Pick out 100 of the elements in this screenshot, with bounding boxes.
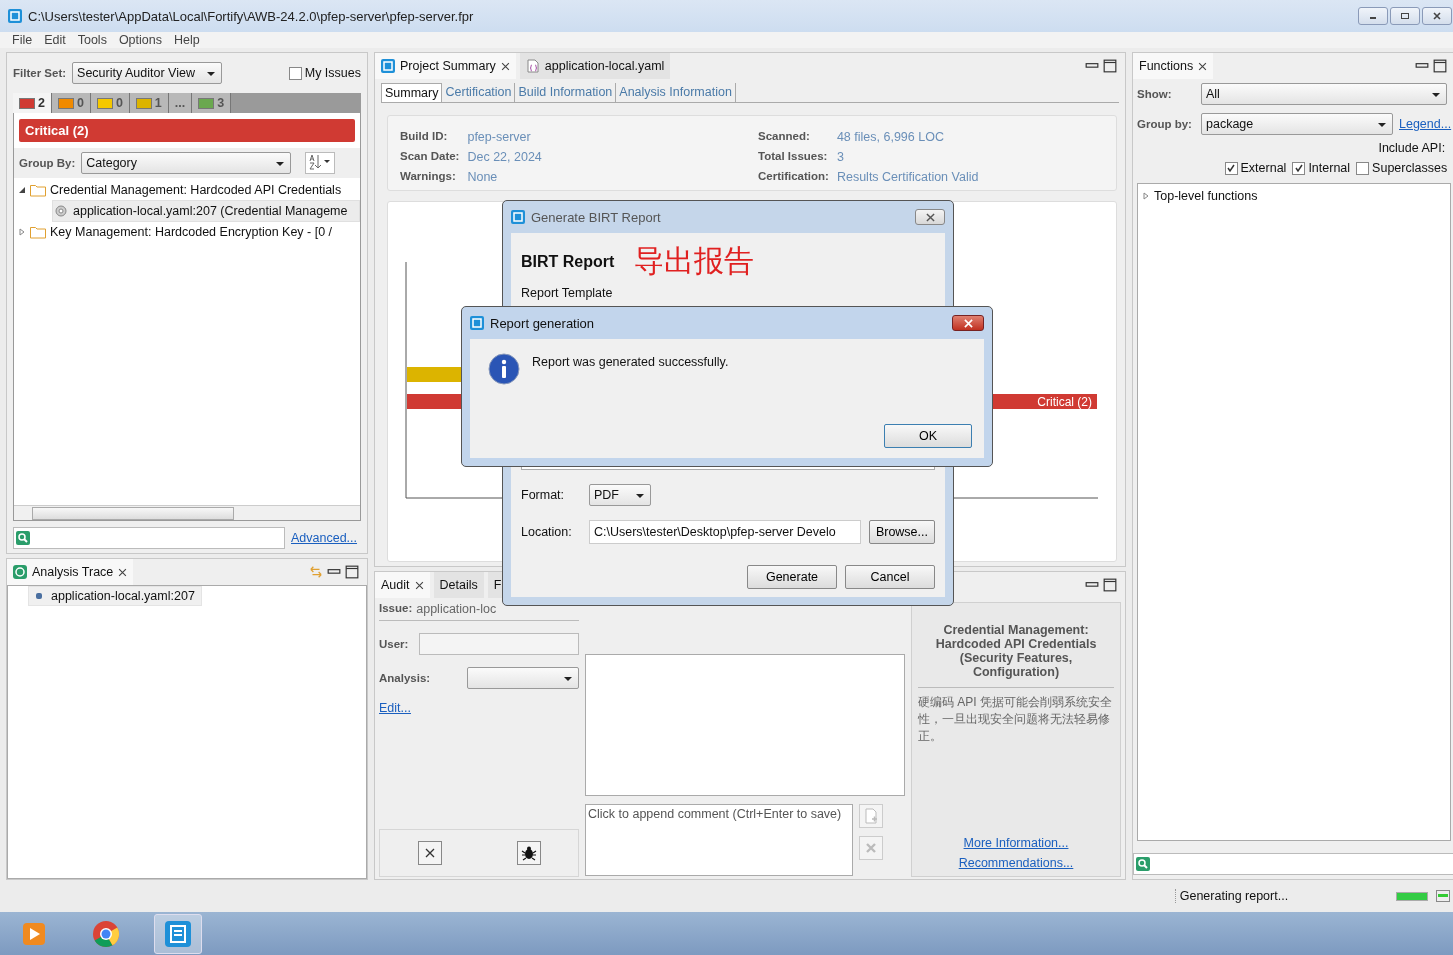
my-issues-checkbox[interactable]: My Issues	[288, 66, 361, 80]
severity-tab[interactable]: 3	[192, 93, 232, 113]
issue-value: application-loc	[416, 602, 497, 616]
edit-link[interactable]: Edit...	[379, 701, 411, 715]
expanded-triangle-icon[interactable]	[18, 186, 26, 194]
summary-subtab[interactable]: Certification	[442, 83, 516, 102]
field-label: Total Issues:	[758, 150, 829, 164]
field-value: 48 files, 6,996 LOC	[836, 130, 945, 144]
severity-tab[interactable]: 0	[90, 93, 130, 113]
restore-button[interactable]	[1390, 7, 1421, 25]
user-field[interactable]	[419, 633, 579, 655]
dialog-button[interactable]: Cancel	[845, 565, 935, 589]
tree-item[interactable]: Key Management: Hardcoded Encryption Key - [0 /	[14, 222, 360, 242]
group-by-dropdown[interactable]: package	[1201, 113, 1393, 135]
tree-item[interactable]: Top-level functions	[1138, 186, 1451, 206]
info-icon	[488, 353, 520, 385]
app-icon	[470, 316, 484, 330]
audit-tab[interactable]: Details	[433, 572, 484, 598]
progress-view-icon[interactable]	[1436, 889, 1451, 903]
search-field[interactable]	[13, 527, 285, 549]
close-icon[interactable]	[1198, 61, 1208, 71]
close-icon[interactable]	[118, 567, 128, 577]
field-value: pfep-server	[467, 130, 532, 144]
menu-item[interactable]: Edit	[44, 33, 66, 47]
include-api-checkbox[interactable]: Internal	[1292, 161, 1351, 175]
close-icon	[925, 212, 935, 222]
include-api-checkbox[interactable]: Superclasses	[1356, 161, 1448, 175]
field-value: None	[467, 170, 499, 184]
summary-subtab[interactable]: Summary	[381, 83, 443, 102]
field-label: Scan Date:	[400, 150, 460, 164]
close-button[interactable]	[1422, 7, 1453, 25]
sort-button[interactable]	[305, 152, 336, 174]
horizontal-scrollbar[interactable]	[14, 505, 360, 520]
include-api-label: Include API:	[1377, 140, 1447, 157]
maximize-icon[interactable]	[1433, 59, 1448, 73]
description-link[interactable]: Recommendations...	[958, 856, 1074, 870]
menu-item[interactable]: File	[12, 33, 33, 47]
tree-item[interactable]: Credential Management: Hardcoded API Credentials	[14, 180, 360, 200]
collapsed-triangle-icon[interactable]	[18, 228, 26, 236]
maximize-icon[interactable]	[1103, 578, 1117, 592]
issue-label: Issue:	[379, 602, 413, 616]
issue-row[interactable]: application-local.yaml:207 (Credential Manageme	[52, 200, 360, 222]
field-label: Certification:	[758, 170, 829, 184]
taskbar-button[interactable]	[154, 913, 202, 954]
legend-link[interactable]: Legend...	[1399, 117, 1452, 131]
summary-subtab[interactable]: Analysis Information	[616, 83, 736, 102]
show-dropdown[interactable]: All	[1201, 83, 1448, 105]
trace-item[interactable]: application-local.yaml:207	[28, 586, 202, 606]
minimize-button[interactable]	[1358, 7, 1389, 25]
media-player-icon	[21, 920, 47, 947]
functions-tab[interactable]: Functions	[1133, 53, 1214, 79]
editor-tab[interactable]: Project Summary	[375, 53, 516, 79]
ok-button[interactable]: OK	[884, 424, 972, 448]
severity-tab[interactable]: 2	[13, 93, 52, 113]
close-icon[interactable]	[414, 580, 424, 590]
menu-item[interactable]: Tools	[77, 33, 107, 47]
summary-subtab[interactable]: Build Information	[515, 83, 617, 102]
advanced-link[interactable]: Advanced...	[291, 531, 357, 545]
close-icon	[963, 318, 973, 328]
group-by-dropdown[interactable]: Category	[81, 152, 292, 174]
bug-button[interactable]	[516, 841, 541, 865]
dialog-heading: BIRT Report	[521, 252, 615, 271]
message-text: Report was generated successfully.	[532, 355, 729, 369]
field-value: 3	[836, 150, 845, 164]
file-icon	[525, 59, 540, 73]
chart-bar-label: Critical (2)	[1037, 395, 1092, 409]
comment-field[interactable]: Click to append comment (Ctrl+Enter to save)	[585, 804, 853, 876]
field-label: Scanned:	[758, 130, 811, 144]
audit-tab[interactable]: Audit	[375, 572, 430, 598]
close-icon[interactable]	[500, 61, 510, 71]
close-button[interactable]	[952, 315, 984, 331]
maximize-icon[interactable]	[1103, 59, 1117, 73]
search-icon	[16, 531, 30, 545]
browser-icon	[92, 919, 120, 948]
dialog-button[interactable]: Generate	[747, 565, 837, 589]
folder-icon	[30, 225, 46, 239]
filter-set-dropdown[interactable]: Security Auditor View	[72, 62, 223, 84]
menu-item[interactable]: Help	[174, 33, 200, 47]
checkmark-icon	[1293, 163, 1304, 173]
close-button[interactable]	[915, 209, 945, 225]
menu-item[interactable]: Options	[118, 33, 162, 47]
analysis-dropdown[interactable]	[467, 667, 579, 689]
search-field[interactable]	[1133, 853, 1453, 875]
issue-category-title: Credential Management: Hardcoded API Credentials (Security Features, Configuration)	[918, 623, 1114, 688]
severity-tab[interactable]: 1	[129, 93, 169, 113]
analysis-trace-tab[interactable]: Analysis Trace	[7, 559, 134, 585]
browse-button[interactable]: Browse...	[868, 520, 935, 544]
suppress-button[interactable]	[417, 841, 442, 865]
collapsed-triangle-icon[interactable]	[1142, 192, 1150, 200]
severity-tab[interactable]: 0	[51, 93, 91, 113]
format-dropdown[interactable]: PDF	[589, 484, 651, 506]
editor-tab[interactable]: application-local.yaml	[519, 53, 671, 79]
filter-set-label: Filter Set:	[13, 67, 67, 79]
description-link[interactable]: More Information...	[963, 836, 1069, 850]
location-field[interactable]: C:\Users\tester\Desktop\pfep-server Develo	[589, 520, 861, 544]
severity-tab[interactable]: ...	[168, 93, 193, 113]
issue-description: 硬编码 API 凭据可能会削弱系统安全性，一旦出现安全问题将无法轻易修正。	[918, 694, 1113, 745]
window-title: C:\Users\tester\AppData\Local\Fortify\AWB-24.2.0\pfep-server\pfep-server.fpr	[28, 8, 474, 24]
include-api-checkbox[interactable]: External	[1224, 161, 1287, 175]
maximize-icon[interactable]	[345, 565, 359, 579]
